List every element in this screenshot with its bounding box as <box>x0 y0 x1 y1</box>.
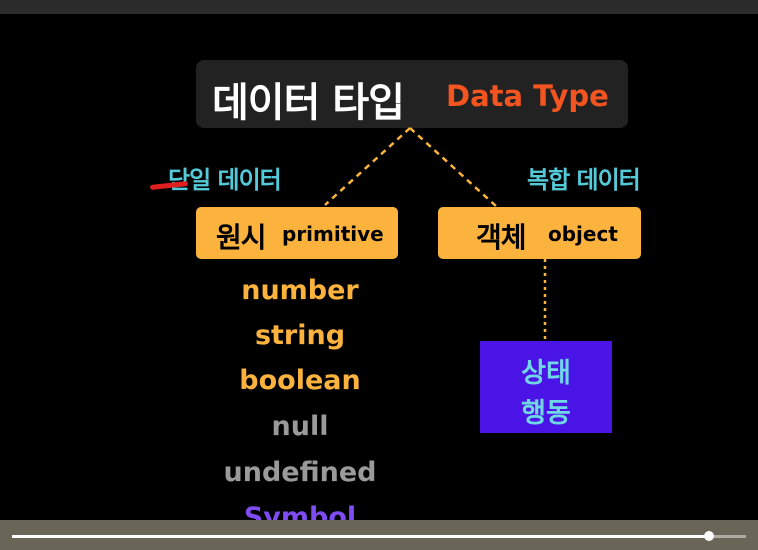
object-box: 객체 object <box>438 207 641 259</box>
progress-track[interactable] <box>12 535 746 538</box>
progress-fill <box>12 535 710 538</box>
object-contents-panel: 상태 행동 <box>480 341 612 433</box>
primitive-box-english: primitive <box>282 222 384 246</box>
object-behavior-text: 행동 <box>521 398 571 429</box>
type-boolean: boolean <box>239 365 361 396</box>
video-player-bar[interactable] <box>0 520 758 550</box>
primitive-box-korean: 원시 <box>216 221 267 254</box>
type-string: string <box>254 320 346 351</box>
type-number: number <box>241 275 359 306</box>
connector-right <box>409 127 498 208</box>
primitive-box: 원시 primitive <box>196 207 398 259</box>
type-null: null <box>271 411 329 442</box>
scrubber-handle[interactable] <box>704 531 715 541</box>
type-undefined: undefined <box>223 457 377 488</box>
object-state-text: 상태 <box>521 358 571 389</box>
object-box-korean: 객체 <box>476 221 527 254</box>
composite-data-label: 복합 데이터 <box>527 166 641 194</box>
connector-left <box>324 127 411 206</box>
single-data-label: 단일 데이터 <box>168 166 282 194</box>
object-box-english: object <box>548 222 618 246</box>
